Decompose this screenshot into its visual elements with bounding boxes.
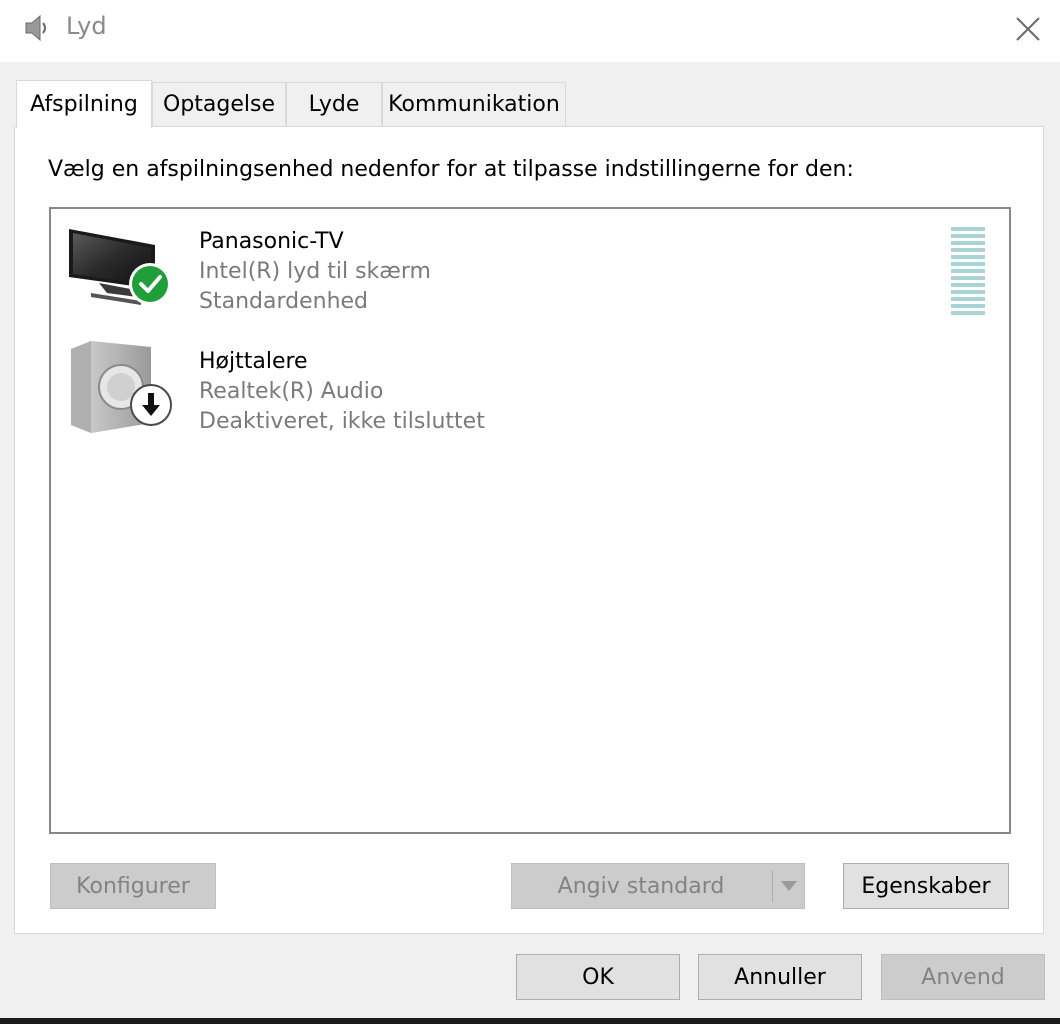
down-arrow-icon xyxy=(130,384,172,426)
green-check-icon xyxy=(129,263,171,305)
taskbar-edge xyxy=(0,1018,1060,1024)
close-icon xyxy=(1016,17,1040,41)
ok-label: OK xyxy=(582,964,614,990)
speaker-app-icon xyxy=(25,14,46,42)
properties-label: Egenskaber xyxy=(861,873,991,899)
apply-button[interactable]: Anvend xyxy=(881,954,1045,1000)
device-row-hojttalere[interactable]: Højttalere Realtek(R) Audio Deaktiveret,… xyxy=(51,329,1009,447)
device-list[interactable]: Panasonic-TV Intel(R) lyd til skærm Stan… xyxy=(49,207,1011,834)
cancel-label: Annuller xyxy=(734,964,826,990)
configure-button[interactable]: Konfigurer xyxy=(50,863,216,909)
tab-optagelse[interactable]: Optagelse xyxy=(152,82,286,126)
cancel-button[interactable]: Annuller xyxy=(698,954,862,1000)
tab-label: Kommunikation xyxy=(388,92,560,117)
set-default-label: Angiv standard xyxy=(557,874,725,899)
split-divider xyxy=(772,870,773,902)
chevron-down-icon xyxy=(781,881,797,891)
set-default-dropdown[interactable] xyxy=(774,864,804,908)
instruction-text: Vælg en afspilningsenhed nedenfor for at… xyxy=(48,157,854,182)
device-row-panasonic-tv[interactable]: Panasonic-TV Intel(R) lyd til skærm Stan… xyxy=(51,209,1009,327)
tab-label: Afspilning xyxy=(30,92,138,117)
configure-label: Konfigurer xyxy=(76,873,190,899)
tab-label: Optagelse xyxy=(163,92,275,117)
device-driver: Realtek(R) Audio xyxy=(199,379,384,404)
playback-panel: Vælg en afspilningsenhed nedenfor for at… xyxy=(14,126,1044,934)
device-status: Deaktiveret, ikke tilsluttet xyxy=(199,409,485,434)
title-bar: Lyd xyxy=(0,0,1060,62)
tab-kommunikation[interactable]: Kommunikation xyxy=(382,82,566,126)
window-title: Lyd xyxy=(66,12,107,40)
properties-button[interactable]: Egenskaber xyxy=(843,863,1009,909)
device-name: Panasonic-TV xyxy=(199,229,344,254)
tab-afspilning[interactable]: Afspilning xyxy=(16,80,152,128)
tab-label: Lyde xyxy=(308,92,360,117)
device-name: Højttalere xyxy=(199,349,308,374)
set-default-button[interactable]: Angiv standard xyxy=(511,863,805,909)
tab-lyde[interactable]: Lyde xyxy=(286,82,382,126)
device-status: Standardenhed xyxy=(199,289,369,314)
ok-button[interactable]: OK xyxy=(516,954,680,1000)
close-button[interactable] xyxy=(1002,6,1054,52)
apply-label: Anvend xyxy=(921,964,1005,990)
device-driver: Intel(R) lyd til skærm xyxy=(199,259,431,284)
volume-level-meter xyxy=(951,227,985,315)
